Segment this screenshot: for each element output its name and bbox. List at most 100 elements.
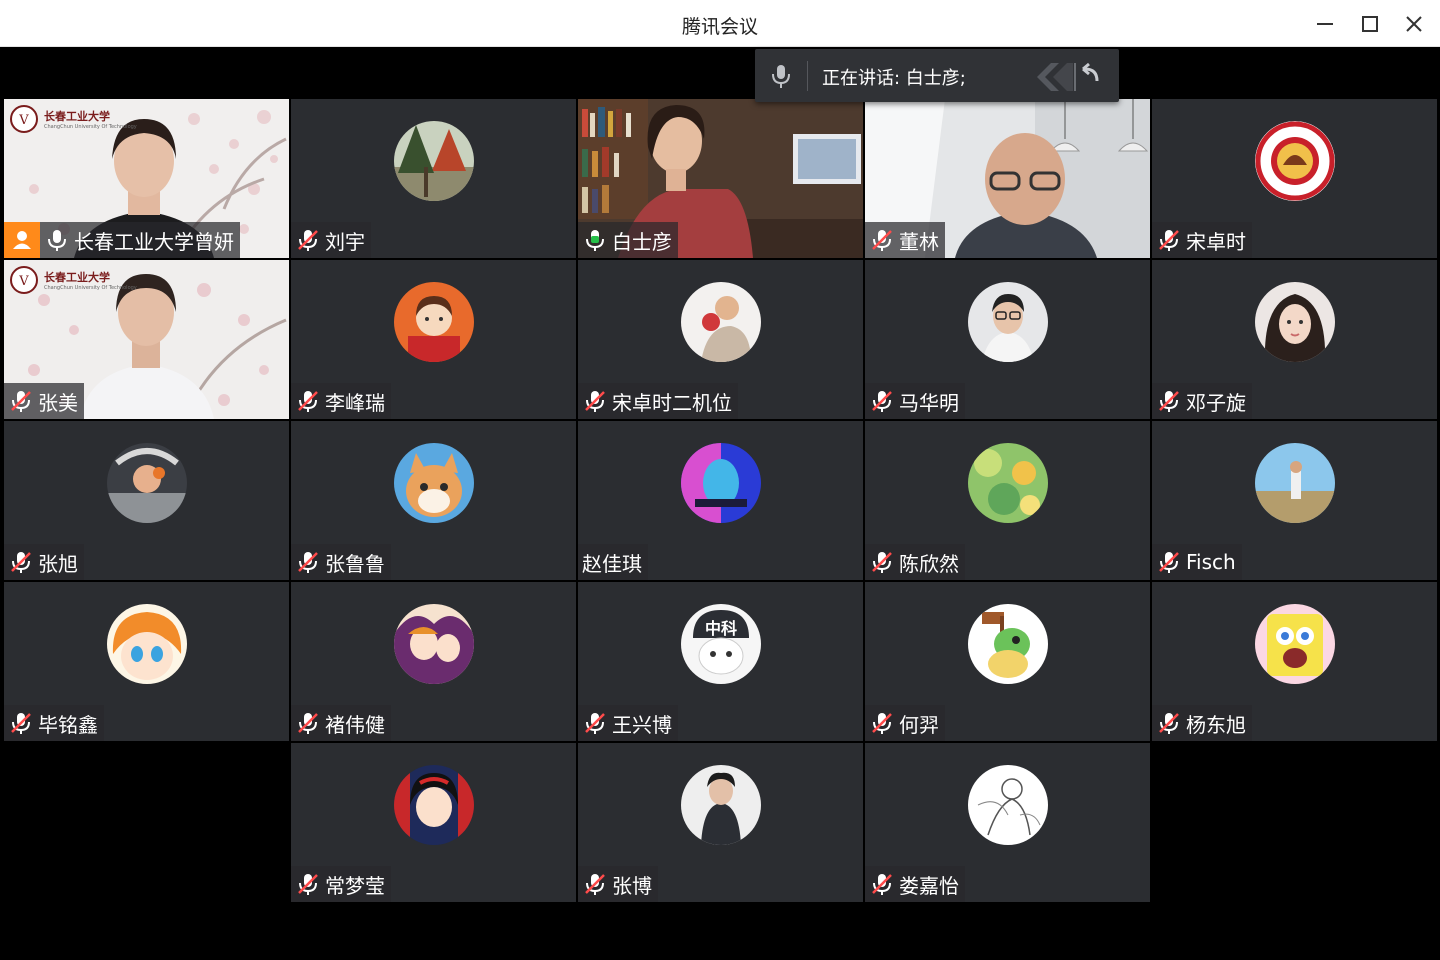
logo-text: 长春工业大学 [44,271,110,284]
participant-name: 毕铭鑫 [38,712,98,737]
logo-subtext: ChangChun University Of Technology [44,124,137,130]
participant-tile[interactable]: 李峰瑞 [291,260,576,419]
nameplate: 刘宇 [291,222,371,258]
participant-name: 长春工业大学曾妍 [74,229,234,254]
participant-tile[interactable]: Fisch [1152,421,1437,580]
logo-icon: V [10,266,38,294]
banner-collapse-icon[interactable] [1033,61,1109,91]
avatar-image [1255,282,1335,362]
nameplate: 张美 [4,383,84,419]
nameplate: 常梦莹 [291,866,391,902]
avatar-image [107,443,187,523]
participant-tile[interactable]: V 长春工业大学 ChangChun University Of Technol… [4,260,289,419]
avatar [968,765,1048,845]
svg-text:V: V [18,113,29,128]
mic-muted-icon [1159,552,1179,573]
close-button[interactable] [1397,8,1431,40]
avatar [394,282,474,362]
mic-muted-icon [1159,230,1179,251]
mic-speaking-icon [586,230,604,251]
mic-muted-icon [585,874,605,895]
nameplate: 张旭 [4,544,84,580]
participant-tile[interactable]: 杨东旭 [1152,582,1437,741]
avatar-text: 中科 [705,619,737,638]
participant-tile[interactable]: V 长春工业大学 ChangChun University Of Technol… [4,99,289,258]
mic-muted-icon [11,552,31,573]
participant-name: 王兴博 [612,712,672,737]
participant-tile[interactable]: 董林 [865,99,1150,258]
mic-muted-icon [585,391,605,412]
participant-name: 赵佳琪 [582,551,642,576]
avatar [1255,443,1335,523]
nameplate: Fisch [1152,544,1242,580]
avatar-image [394,765,474,845]
participant-name: 马华明 [899,390,959,415]
participant-name: 褚伟健 [325,712,385,737]
mic-muted-icon [298,552,318,573]
avatar [394,443,474,523]
participant-tile[interactable]: 何羿 [865,582,1150,741]
svg-text:V: V [18,274,29,289]
title-bar: 腾讯会议 [0,0,1440,47]
participant-tile-active[interactable]: 白士彦 [578,99,863,258]
participant-tile[interactable]: 张博 [578,743,863,902]
avatar [1255,604,1335,684]
logo-text: 长春工业大学 [44,110,110,123]
banner-divider [807,61,808,91]
participant-tile[interactable]: 赵佳琪 [578,421,863,580]
avatar-image [968,282,1048,362]
nameplate: 长春工业大学曾妍 [4,222,240,258]
participant-name: 杨东旭 [1186,712,1246,737]
mic-muted-icon [298,230,318,251]
avatar [681,443,761,523]
nameplate: 赵佳琪 [578,544,648,580]
participant-tile[interactable]: 宋卓时 [1152,99,1437,258]
participant-tile[interactable]: 刘宇 [291,99,576,258]
sketch-avatar-image [968,765,1048,845]
mic-muted-icon [11,391,31,412]
participant-tile[interactable]: 中科 王兴博 [578,582,863,741]
mic-muted-icon [872,874,892,895]
maximize-icon [1362,16,1378,32]
avatar [681,282,761,362]
nameplate: 张博 [578,866,658,902]
participant-name: 张鲁鲁 [325,551,385,576]
nameplate: 陈欣然 [865,544,965,580]
participant-tile[interactable]: 张鲁鲁 [291,421,576,580]
participant-name: 邓子旋 [1186,390,1246,415]
logo-icon: V [10,105,38,133]
mic-muted-icon [298,713,318,734]
participant-tile[interactable]: 褚伟健 [291,582,576,741]
participant-tile[interactable]: 邓子旋 [1152,260,1437,419]
host-icon [13,231,31,249]
nameplate: 邓子旋 [1152,383,1252,419]
participant-name: 陈欣然 [899,551,959,576]
mic-muted-icon [585,713,605,734]
university-logo: V 长春工业大学 ChangChun University Of Technol… [10,105,137,133]
mic-muted-icon [298,391,318,412]
mic-icon [48,230,66,251]
avatar [968,443,1048,523]
minimize-button[interactable] [1308,8,1342,40]
participant-tile[interactable]: 娄嘉怡 [865,743,1150,902]
cat-avatar-image [394,443,474,523]
participant-name: 李峰瑞 [325,390,385,415]
nameplate: 白士彦 [578,222,678,258]
nameplate: 娄嘉怡 [865,866,965,902]
mic-muted-icon [872,230,892,251]
nameplate: 王兴博 [578,705,678,741]
avatar-image [681,765,761,845]
avatar: 中科 [681,604,761,684]
participant-tile[interactable]: 陈欣然 [865,421,1150,580]
participant-tile[interactable]: 张旭 [4,421,289,580]
logo-subtext: ChangChun University Of Technology [44,285,137,291]
avatar-image [394,121,474,201]
participant-tile[interactable]: 常梦莹 [291,743,576,902]
avatar [107,604,187,684]
mic-icon [772,65,790,88]
participant-tile[interactable]: 毕铭鑫 [4,582,289,741]
participant-tile[interactable]: 宋卓时二机位 [578,260,863,419]
participant-tile[interactable]: 马华明 [865,260,1150,419]
avatar-image: 中科 [681,604,761,684]
maximize-button[interactable] [1353,8,1387,40]
